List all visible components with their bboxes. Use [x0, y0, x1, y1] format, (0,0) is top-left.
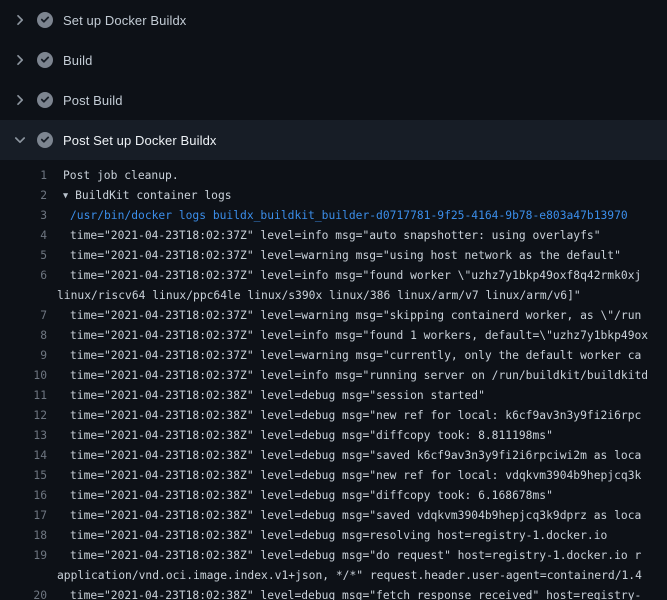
line-number[interactable]: 2	[0, 186, 47, 206]
log-line-text: time="2021-04-23T18:02:38Z" level=debug …	[70, 586, 641, 600]
step-row-build[interactable]: Build	[0, 40, 667, 80]
log-line-text: time="2021-04-23T18:02:38Z" level=debug …	[70, 466, 641, 486]
log-line: 12 time="2021-04-23T18:02:38Z" level=debu…	[0, 406, 667, 426]
log-line-text: linux/riscv64 linux/ppc64le linux/s390x …	[57, 286, 581, 306]
log-line-text: time="2021-04-23T18:02:37Z" level=info m…	[70, 326, 648, 346]
status-check-icon	[37, 52, 53, 68]
line-number[interactable]: 20	[0, 586, 47, 600]
step-label: Set up Docker Buildx	[63, 13, 186, 28]
line-number[interactable]: 15	[0, 466, 47, 486]
log-line-text: time="2021-04-23T18:02:37Z" level=info m…	[70, 266, 641, 286]
log-line-text: time="2021-04-23T18:02:38Z" level=debug …	[70, 486, 553, 506]
line-number[interactable]: 9	[0, 346, 47, 366]
log-line: 4 time="2021-04-23T18:02:37Z" level=info …	[0, 226, 667, 246]
log-line-text: time="2021-04-23T18:02:38Z" level=debug …	[70, 506, 641, 526]
step-row-post-build[interactable]: Post Build	[0, 80, 667, 120]
log-line-text: time="2021-04-23T18:02:37Z" level=info m…	[70, 366, 648, 386]
log-line: 17 time="2021-04-23T18:02:38Z" level=debu…	[0, 506, 667, 526]
log-line-text: time="2021-04-23T18:02:37Z" level=warnin…	[70, 306, 641, 326]
line-number[interactable]: 6	[0, 266, 47, 286]
step-list: Set up Docker Buildx Build Post Build Post …	[0, 0, 667, 160]
line-number[interactable]: 3	[0, 206, 47, 226]
step-label: Post Build	[63, 93, 123, 108]
log-line: 18 time="2021-04-23T18:02:38Z" level=debu…	[0, 526, 667, 546]
log-line: 13 time="2021-04-23T18:02:38Z" level=debu…	[0, 426, 667, 446]
log-line: 14 time="2021-04-23T18:02:38Z" level=debu…	[0, 446, 667, 466]
log-line: 10 time="2021-04-23T18:02:37Z" level=info…	[0, 366, 667, 386]
line-number[interactable]: 19	[0, 546, 47, 566]
log-line: 8 time="2021-04-23T18:02:37Z" level=info …	[0, 326, 667, 346]
log-command-text: /usr/bin/docker logs buildx_buildkit_bui…	[70, 206, 628, 226]
log-line-continuation: application/vnd.oci.image.index.v1+json,…	[0, 566, 667, 586]
chevron-right-icon[interactable]	[12, 52, 28, 68]
line-number[interactable]: 4	[0, 226, 47, 246]
log-line-text: time="2021-04-23T18:02:37Z" level=warnin…	[70, 346, 641, 366]
log-group-header[interactable]: ▼ BuildKit container logs	[63, 186, 232, 206]
log-line: 6 time="2021-04-23T18:02:37Z" level=info …	[0, 266, 667, 286]
log-line: 2 ▼ BuildKit container logs	[0, 186, 667, 206]
line-number[interactable]: 8	[0, 326, 47, 346]
line-number[interactable]: 18	[0, 526, 47, 546]
log-line-text: time="2021-04-23T18:02:38Z" level=debug …	[70, 426, 553, 446]
log-line: 19 time="2021-04-23T18:02:38Z" level=debu…	[0, 546, 667, 566]
log-line: 20 time="2021-04-23T18:02:38Z" level=debu…	[0, 586, 667, 600]
log-line-text: time="2021-04-23T18:02:38Z" level=debug …	[70, 526, 607, 546]
line-number[interactable]: 1	[0, 166, 47, 186]
status-check-icon	[37, 92, 53, 108]
log-line: 9 time="2021-04-23T18:02:37Z" level=warni…	[0, 346, 667, 366]
log-line-text: time="2021-04-23T18:02:38Z" level=debug …	[70, 386, 485, 406]
chevron-right-icon[interactable]	[12, 92, 28, 108]
log-line: 3/usr/bin/docker logs buildx_buildkit_bu…	[0, 206, 667, 226]
line-number[interactable]: 5	[0, 246, 47, 266]
status-check-icon	[37, 132, 53, 148]
step-row-post-set-up-docker-buildx[interactable]: Post Set up Docker Buildx	[0, 120, 667, 160]
status-check-icon	[37, 12, 53, 28]
line-number[interactable]: 10	[0, 366, 47, 386]
log-line-text: Post job cleanup.	[63, 166, 179, 186]
log-line: 16 time="2021-04-23T18:02:38Z" level=debu…	[0, 486, 667, 506]
log-line-text: time="2021-04-23T18:02:37Z" level=warnin…	[70, 246, 621, 266]
log-line: 5 time="2021-04-23T18:02:37Z" level=warni…	[0, 246, 667, 266]
line-number[interactable]: 12	[0, 406, 47, 426]
log-group-header-text[interactable]: BuildKit container logs	[75, 189, 231, 202]
log-line-text: time="2021-04-23T18:02:38Z" level=debug …	[70, 406, 641, 426]
log-line-text: time="2021-04-23T18:02:38Z" level=debug …	[70, 446, 641, 466]
log-line: 1 Post job cleanup.	[0, 166, 667, 186]
log-line: 11 time="2021-04-23T18:02:38Z" level=debu…	[0, 386, 667, 406]
log-line-text: time="2021-04-23T18:02:37Z" level=info m…	[70, 226, 601, 246]
log-line: 15 time="2021-04-23T18:02:38Z" level=debu…	[0, 466, 667, 486]
line-number[interactable]: 17	[0, 506, 47, 526]
log-line: 7 time="2021-04-23T18:02:37Z" level=warni…	[0, 306, 667, 326]
step-label: Build	[63, 53, 92, 68]
line-number[interactable]: 7	[0, 306, 47, 326]
line-number[interactable]: 13	[0, 426, 47, 446]
line-number[interactable]: 11	[0, 386, 47, 406]
chevron-down-icon[interactable]	[12, 132, 28, 148]
log-line-text: time="2021-04-23T18:02:38Z" level=debug …	[70, 546, 641, 566]
chevron-right-icon[interactable]	[12, 12, 28, 28]
log-line-text: application/vnd.oci.image.index.v1+json,…	[57, 566, 642, 586]
log-panel: 1 Post job cleanup. 2 ▼ BuildKit container l…	[0, 160, 667, 600]
group-collapse-triangle-icon[interactable]: ▼	[63, 186, 68, 206]
step-label: Post Set up Docker Buildx	[63, 133, 217, 148]
line-number[interactable]: 14	[0, 446, 47, 466]
step-row-set-up-docker-buildx[interactable]: Set up Docker Buildx	[0, 0, 667, 40]
line-number[interactable]: 16	[0, 486, 47, 506]
log-line-continuation: linux/riscv64 linux/ppc64le linux/s390x …	[0, 286, 667, 306]
